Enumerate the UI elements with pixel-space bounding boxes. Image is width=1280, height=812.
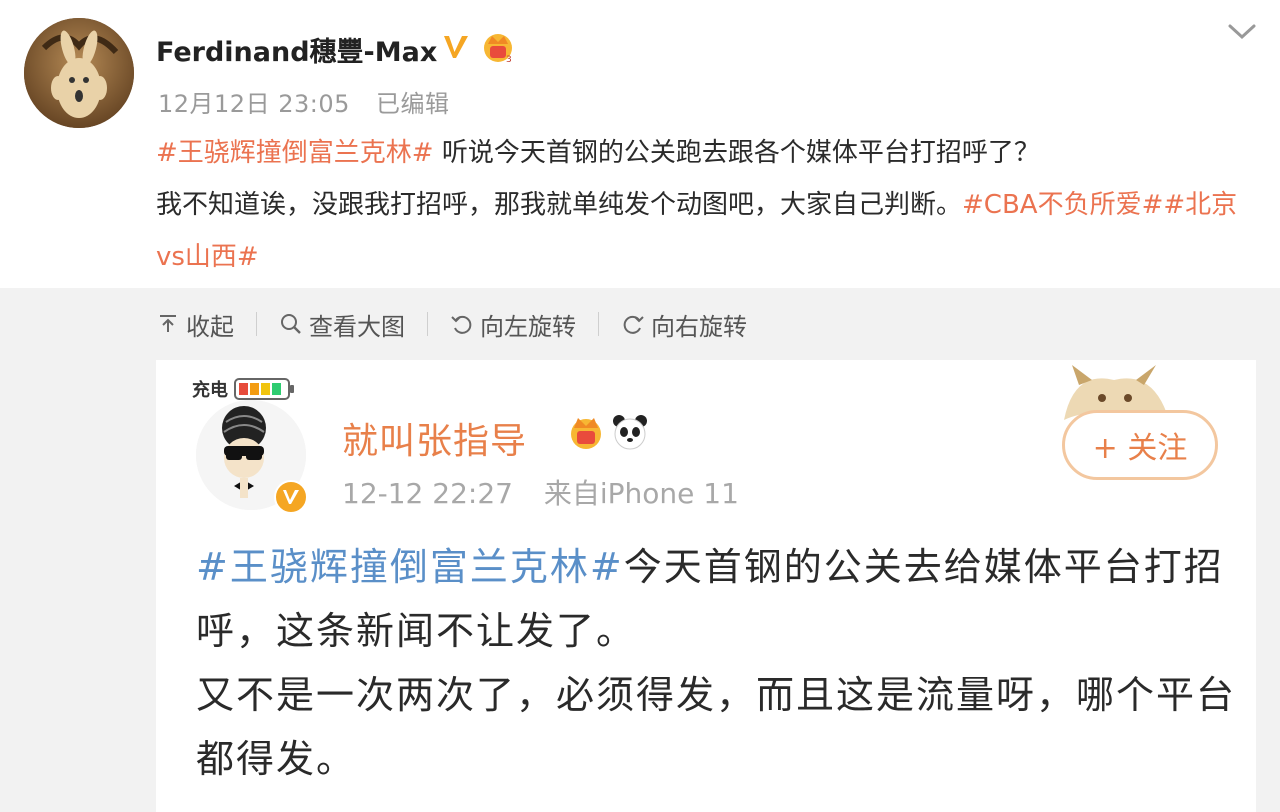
embedded-screenshot: 充电 就叫张指导 12-12 22:27 来自iPhone 11 + 关注 #王…: [156, 360, 1256, 812]
post-date[interactable]: 12月12日 23:05: [158, 90, 350, 118]
charge-indicator: 充电: [192, 376, 296, 402]
embedded-post-meta: 12-12 22:27 来自iPhone 11: [342, 472, 739, 512]
verified-v-icon: [444, 36, 468, 58]
collapse-label: 收起: [186, 312, 234, 341]
image-toolbar: 收起 查看大图 向左旋转 向右旋转: [156, 306, 747, 342]
follow-button[interactable]: + 关注: [1062, 410, 1218, 480]
user-avatar[interactable]: [24, 18, 134, 128]
embedded-username[interactable]: 就叫张指导: [342, 412, 527, 464]
svg-text:3: 3: [506, 55, 512, 64]
embedded-post-body: #王骁辉撞倒富兰克林#今天首钢的公关去给媒体平台打招呼，这条新闻不让发了。 又不…: [196, 535, 1236, 791]
panda-icon: [613, 415, 647, 450]
rotate-right-label: 向右旋转: [651, 312, 747, 341]
edited-label: 已编辑: [376, 90, 450, 118]
hashtag-link[interactable]: #王骁辉撞倒富兰克林#: [196, 545, 624, 589]
post-text-line2: 我不知道诶，没跟我打招呼，那我就单纯发个动图吧，大家自己判断。: [156, 190, 963, 220]
chevron-down-icon[interactable]: [1226, 22, 1258, 42]
toolbar-divider: [598, 312, 599, 336]
embedded-source: 来自iPhone 11: [543, 477, 739, 510]
rotate-left-label: 向左旋转: [480, 312, 576, 341]
weibo-post: Ferdinand穗豐-Max 3 12月12日 23:05 已编辑 #王骁辉撞…: [0, 0, 1280, 288]
crown-badge-icon: 3: [484, 34, 512, 64]
magnifier-icon: [281, 314, 301, 334]
collapse-button[interactable]: 收起: [156, 307, 234, 342]
collapse-up-icon: [160, 315, 176, 332]
toolbar-divider: [256, 312, 257, 336]
rotate-left-button[interactable]: 向左旋转: [450, 307, 576, 342]
charge-label: 充电: [192, 380, 228, 401]
hashtag-link[interactable]: #CBA不负所爱#: [962, 190, 1163, 220]
post-body: #王骁辉撞倒富兰克林# 听说今天首钢的公关跑去跟各个媒体平台打招呼了？ 我不知道…: [156, 127, 1266, 283]
rotate-right-button[interactable]: 向右旋转: [621, 307, 747, 342]
embedded-text-line2: 又不是一次两次了，必须得发，而且这是流量呀，哪个平台都得发。: [196, 673, 1237, 781]
username[interactable]: Ferdinand穗豐-Max: [156, 30, 437, 69]
verified-v-icon: [274, 480, 308, 514]
toolbar-divider: [427, 312, 428, 336]
crown-badge-icon: [571, 418, 601, 449]
media-viewer: 收起 查看大图 向左旋转 向右旋转 充电 就叫张指导 12-12 22:27 来…: [0, 288, 1280, 812]
view-large-button[interactable]: 查看大图: [279, 307, 405, 342]
post-text-line1: 听说今天首钢的公关跑去跟各个媒体平台打招呼了？: [433, 138, 1040, 168]
post-meta: 12月12日 23:05 已编辑: [158, 84, 450, 119]
view-large-label: 查看大图: [309, 312, 405, 341]
embedded-date: 12-12 22:27: [342, 477, 513, 510]
battery-icon: [234, 378, 294, 400]
hashtag-link[interactable]: #王骁辉撞倒富兰克林#: [156, 138, 434, 168]
rotate-left-icon: [451, 315, 472, 334]
rotate-right-icon: [623, 315, 644, 334]
